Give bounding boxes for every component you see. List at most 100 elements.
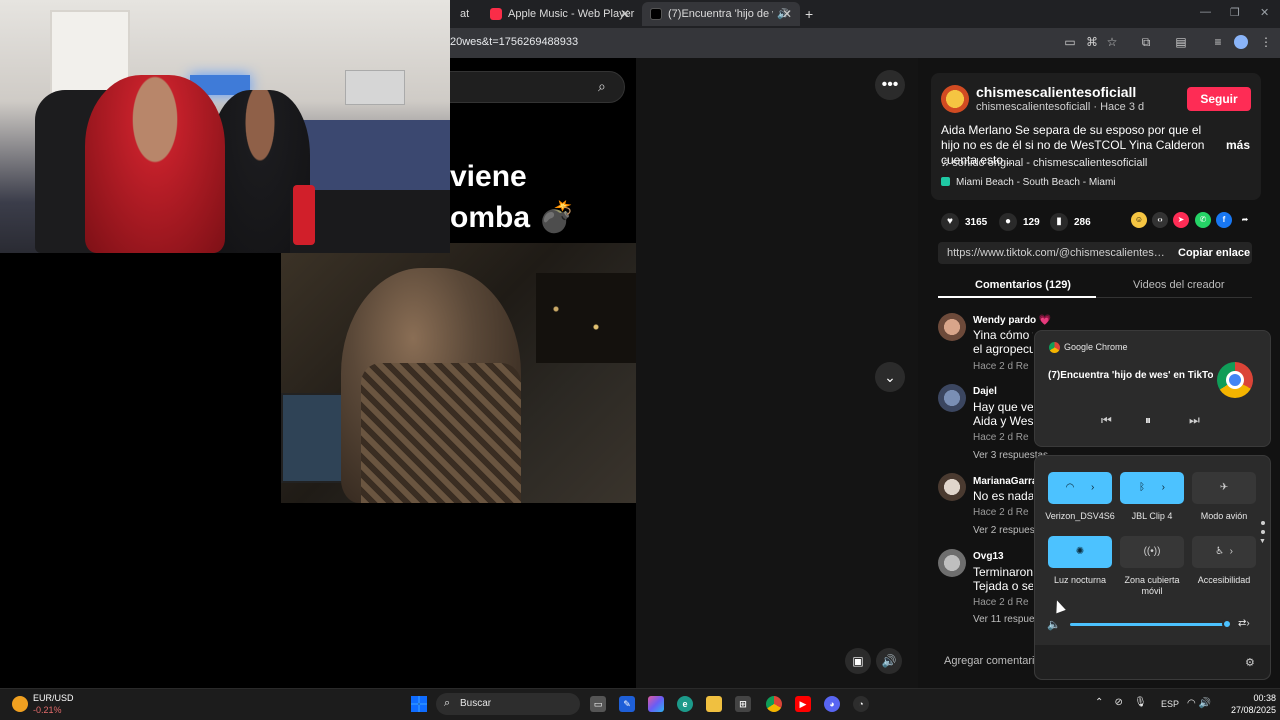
location-tag[interactable]: Miami Beach - South Beach - Miami	[941, 177, 1116, 188]
chevron-right-icon[interactable]: ›	[1091, 482, 1094, 493]
tab-tiktok[interactable]: (7)Encuentra 'hijo de wes' e 🔊 ✕	[642, 2, 800, 26]
video-player-frame[interactable]	[281, 243, 636, 503]
url-text[interactable]: 20wes&t=1756269488933	[450, 36, 578, 48]
file-explorer-icon[interactable]	[706, 696, 722, 712]
hotspot-tile[interactable]: ((•))	[1120, 536, 1184, 568]
night-light-tile[interactable]: ✺	[1048, 536, 1112, 568]
apple-music-icon	[490, 8, 502, 20]
language-indicator[interactable]: ESP	[1161, 699, 1179, 709]
previous-track-icon[interactable]: ⏮	[1101, 413, 1112, 428]
next-video-button[interactable]: ⌄	[875, 362, 905, 392]
volume-slider-thumb[interactable]	[1222, 619, 1232, 629]
stocks-widget-icon[interactable]	[12, 696, 28, 712]
new-tab-button[interactable]: +	[805, 6, 813, 22]
embed-icon[interactable]: ‹›	[1152, 212, 1168, 228]
like-count: 3165	[965, 216, 988, 228]
page-dot-icon[interactable]	[1261, 521, 1265, 525]
sound-link[interactable]: ♫ sonido original - chismescalientesofic…	[941, 157, 1147, 169]
profile-avatar[interactable]	[1234, 35, 1248, 49]
send-icon[interactable]: ➤	[1173, 212, 1189, 228]
airplane-tile[interactable]: ✈	[1192, 472, 1256, 504]
more-options-button[interactable]: •••	[875, 70, 905, 100]
clock-time[interactable]: 00:38	[1246, 693, 1276, 703]
facebook-icon[interactable]: f	[1216, 212, 1232, 228]
commenter-avatar[interactable]	[938, 549, 966, 577]
chevron-up-icon[interactable]: ⌃	[1095, 697, 1103, 708]
tab-creator-videos[interactable]: Videos del creador	[1133, 279, 1225, 291]
clock-date[interactable]: 27/08/2025	[1226, 705, 1276, 715]
friends-share-icon[interactable]: ☺	[1131, 212, 1147, 228]
pause-icon[interactable]: ⏸	[1145, 413, 1151, 428]
search-input[interactable]	[420, 71, 625, 103]
page-dot-icon[interactable]	[1261, 530, 1265, 534]
commenter-name[interactable]: MarianaGarra	[973, 476, 1037, 487]
network-off-icon[interactable]: ⊘	[1115, 697, 1123, 708]
copilot-icon[interactable]	[648, 696, 664, 712]
chrome-taskbar-icon[interactable]	[766, 696, 782, 712]
commenter-avatar[interactable]	[938, 384, 966, 412]
translate-icon[interactable]: ⌘	[1084, 34, 1100, 50]
follow-button[interactable]: Seguir	[1187, 87, 1251, 111]
commenter-name[interactable]: Wendy pardo 💗	[973, 315, 1051, 326]
chevron-right-icon[interactable]: ›	[1162, 482, 1165, 493]
edge-icon[interactable]: e	[677, 696, 693, 712]
windows-start-icon[interactable]	[411, 696, 427, 712]
view-replies-link[interactable]: Ver 11 respue	[973, 614, 1035, 625]
store-icon[interactable]: ⊞	[735, 696, 751, 712]
tab-comments[interactable]: Comentarios (129)	[975, 279, 1071, 291]
volume-icon[interactable]: 🔊	[876, 648, 902, 674]
post-link[interactable]: https://www.tiktok.com/@chismescalientes…	[947, 247, 1167, 259]
commenter-avatar[interactable]	[938, 313, 966, 341]
fx-pair[interactable]: EUR/USD	[33, 693, 74, 703]
close-icon[interactable]: ✕	[782, 7, 792, 21]
microphone-icon[interactable]: 🎙	[1134, 697, 1147, 708]
system-tray[interactable]: ⌃ ⊘ 🎙	[1095, 697, 1147, 708]
wifi-tile[interactable]: ◠ ›	[1048, 472, 1112, 504]
star-icon[interactable]: ☆	[1104, 34, 1120, 50]
bluetooth-tile[interactable]: ᛒ ›	[1120, 472, 1184, 504]
window-close-icon[interactable]: ✕	[1260, 6, 1269, 19]
task-view-icon[interactable]: ▭	[590, 696, 606, 712]
tab-partial[interactable]: at	[452, 2, 478, 26]
share-icon[interactable]: ➦	[1237, 212, 1253, 228]
media-control-icon[interactable]: ≡	[1210, 34, 1226, 50]
next-track-icon[interactable]: ⏭	[1189, 413, 1200, 428]
sidepanel-icon[interactable]: ▤	[1173, 34, 1189, 50]
tab-apple-music[interactable]: Apple Music - Web Player ✕	[482, 2, 638, 26]
volume-slider[interactable]	[1070, 623, 1228, 626]
creator-avatar[interactable]	[941, 85, 969, 113]
save-button[interactable]: ▮ 286	[1050, 213, 1091, 231]
chevron-right-icon[interactable]: ›	[1230, 546, 1233, 557]
pen-app-icon[interactable]: ✎	[619, 696, 635, 712]
close-icon[interactable]: ✕	[620, 7, 630, 21]
search-icon[interactable]: ⌕	[598, 78, 606, 95]
maximize-icon[interactable]: ❐	[1230, 6, 1240, 19]
commenter-avatar[interactable]	[938, 473, 966, 501]
speaker-icon[interactable]: 🔈	[1047, 618, 1061, 631]
picture-in-picture-icon[interactable]: ▣	[845, 648, 871, 674]
minimize-icon[interactable]: —	[1200, 6, 1211, 18]
cast-icon[interactable]: ▭	[1062, 34, 1078, 50]
taskbar-search[interactable]	[436, 693, 580, 715]
view-replies-link[interactable]: Ver 2 respues	[973, 525, 1035, 536]
discord-icon[interactable]: ◕	[824, 696, 840, 712]
menu-icon[interactable]: ⋮	[1258, 34, 1274, 50]
chevron-down-icon[interactable]: ▼	[1259, 538, 1266, 545]
commenter-name[interactable]: Dajel	[973, 386, 997, 397]
commenter-name[interactable]: Ovg13	[973, 551, 1004, 562]
more-link[interactable]: más	[1226, 138, 1250, 152]
accessibility-tile[interactable]: ♿ ›	[1192, 536, 1256, 568]
tab-title: (7)Encuentra 'hijo de wes' e	[668, 8, 773, 20]
audio-output-icon[interactable]: ⇄›	[1238, 618, 1250, 629]
gear-icon[interactable]: ⚙	[1245, 656, 1255, 669]
youtube-icon[interactable]: ▶	[795, 696, 811, 712]
whatsapp-icon[interactable]: ✆	[1195, 212, 1211, 228]
location-icon	[941, 177, 950, 186]
like-button[interactable]: ♥ 3165	[941, 213, 987, 231]
creator-username[interactable]: chismescalientesoficiall	[976, 84, 1136, 100]
copy-link-button[interactable]: Copiar enlace	[1178, 247, 1250, 259]
obs-icon[interactable]: ◔	[853, 696, 869, 712]
extensions-icon[interactable]: ⧉	[1138, 34, 1154, 50]
comment-button[interactable]: ● 129	[999, 213, 1040, 231]
wifi-tray-icon[interactable]: ◠ 🔊	[1187, 698, 1211, 709]
